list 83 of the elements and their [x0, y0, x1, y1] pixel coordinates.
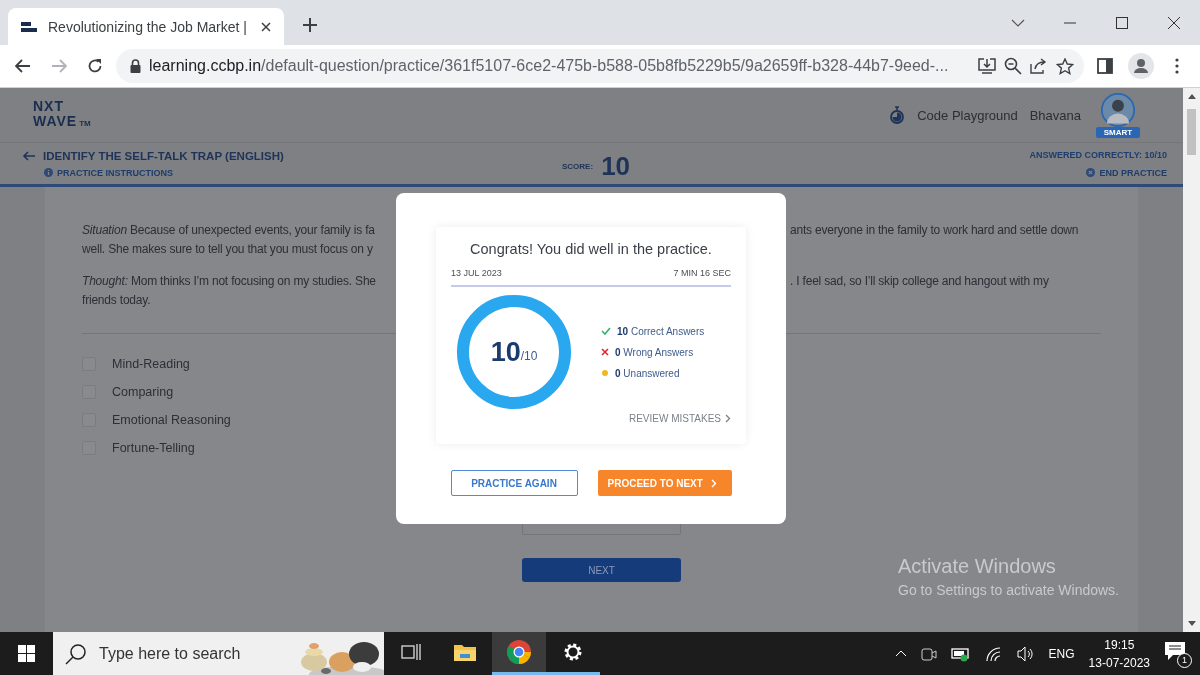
- scroll-down-icon[interactable]: [1187, 621, 1196, 626]
- question-text: friends today.: [82, 293, 152, 309]
- close-circle-icon: [1086, 168, 1096, 177]
- chevron-down-icon[interactable]: [1011, 18, 1025, 27]
- chevron-right-icon: [710, 478, 717, 488]
- code-playground-link[interactable]: Code Playground: [917, 107, 1018, 123]
- answered-correctly-text: ANSWERED CORRECTLY: 10/10: [1029, 149, 1167, 160]
- stat-text: 0 Unanswered: [615, 367, 680, 379]
- info-icon: [44, 168, 53, 177]
- practice-date: 13 JUL 2023: [451, 268, 502, 278]
- profile-icon[interactable]: [1128, 53, 1154, 79]
- practice-duration: 7 MIN 16 SEC: [673, 268, 731, 278]
- lock-icon: [130, 59, 141, 73]
- close-icon[interactable]: [260, 20, 272, 33]
- task-view-icon: [401, 643, 421, 661]
- option-label[interactable]: Fortune-Telling: [112, 441, 195, 455]
- user-name: Bhavana: [1029, 107, 1081, 123]
- option-label[interactable]: Emotional Reasoning: [112, 413, 231, 427]
- question-text: Situation Because of unexpected events, your family is fa: [82, 223, 376, 239]
- dot-icon: [601, 369, 609, 377]
- avatar-badge: SMART: [1096, 126, 1140, 138]
- logo[interactable]: NXT WAVE TM: [33, 99, 91, 131]
- dialog-title: Congrats! You did well in the practice.: [470, 241, 712, 257]
- score-value: 10: [601, 151, 631, 182]
- close-icon[interactable]: [1168, 16, 1180, 29]
- next-button[interactable]: NEXT: [522, 558, 681, 582]
- question-text: Thought: Mom thinks I’m not focusing on my studies. She: [82, 274, 377, 290]
- practice-instructions-link[interactable]: PRACTICE INSTRUCTIONS: [57, 167, 173, 178]
- cross-icon: [601, 348, 609, 356]
- practice-again-button[interactable]: PRACTICE AGAIN: [450, 470, 578, 496]
- question-text: well. She makes sure to tell you that you must focus on y: [82, 242, 374, 258]
- check-icon: [601, 327, 611, 335]
- scroll-up-icon[interactable]: [1187, 94, 1196, 99]
- stat-text: 0 Wrong Answers: [615, 346, 694, 358]
- chevron-right-icon: [725, 414, 731, 423]
- tab-title: Revolutionizing the Job Market |: [48, 18, 248, 35]
- wifi-icon[interactable]: [984, 645, 1003, 662]
- gear-icon: [562, 641, 584, 663]
- score-label: SCORE:: [562, 162, 594, 171]
- zoom-out-icon[interactable]: [1004, 57, 1022, 75]
- practice-title: IDENTIFY THE SELF-TALK TRAP (ENGLISH): [43, 149, 284, 162]
- back-arrow-icon[interactable]: [22, 150, 35, 161]
- avatar-icon[interactable]: [1101, 92, 1135, 127]
- score-number: 10: [490, 336, 521, 368]
- minimize-icon[interactable]: [1064, 21, 1076, 24]
- watermark-title: Activate Windows: [898, 555, 1057, 578]
- side-panel-icon[interactable]: [1097, 58, 1113, 74]
- menu-icon[interactable]: [1175, 58, 1179, 74]
- volume-icon[interactable]: [1016, 645, 1035, 662]
- notification-icon[interactable]: [1164, 639, 1186, 662]
- language-indicator[interactable]: ENG: [1048, 646, 1075, 661]
- star-icon[interactable]: [1056, 57, 1074, 75]
- folder-icon: [453, 642, 477, 662]
- browser-tab[interactable]: Revolutionizing the Job Market |: [8, 8, 284, 45]
- end-practice-link[interactable]: END PRACTICE: [1099, 167, 1167, 178]
- stat-text: 10 Correct Answers: [617, 325, 705, 337]
- maximize-icon[interactable]: [1116, 16, 1128, 29]
- stopwatch-icon[interactable]: [889, 106, 906, 124]
- score-total: /10: [520, 349, 538, 363]
- scrollbar[interactable]: [1183, 88, 1200, 632]
- chevron-up-icon[interactable]: [894, 650, 907, 657]
- clock[interactable]: 19:15 13-07-2023: [1088, 637, 1150, 670]
- browser-icon: [506, 639, 532, 665]
- reload-icon[interactable]: [87, 58, 103, 74]
- back-icon[interactable]: [15, 59, 31, 73]
- review-mistakes-link[interactable]: REVIEW MISTAKES: [628, 413, 731, 424]
- search-icon: [65, 642, 87, 665]
- proceed-button[interactable]: PROCEED TO NEXT: [597, 470, 732, 496]
- search-field[interactable]: Type here to search: [53, 632, 384, 675]
- windows-icon[interactable]: [18, 645, 35, 662]
- question-text: . I feel sad, so I’ll skip college and hangout with my: [790, 274, 1050, 290]
- option-label[interactable]: Comparing: [112, 385, 174, 399]
- camera-icon[interactable]: [920, 645, 937, 662]
- address-bar[interactable]: learning.ccbp.in/default-question/practice/361f5107-6ce2-475b-b588-05b8fb5229b5/9a2659ff-b328-44b7-9eed-...: [116, 49, 1084, 83]
- question-text: ants everyone in the family to work hard and settle down: [790, 223, 1080, 239]
- share-icon[interactable]: [1030, 58, 1048, 74]
- favicon-icon: [20, 20, 38, 33]
- option-label[interactable]: Mind-Reading: [112, 357, 190, 371]
- scroll-thumb[interactable]: [1187, 109, 1196, 155]
- install-icon[interactable]: [978, 58, 996, 74]
- battery-icon[interactable]: [950, 645, 971, 662]
- url-text: learning.ccbp.in/default-question/practice/361f5107-6ce2-475b-b588-05b8fb5229b5/9a2659ff-b328-44b7-9eed-...: [149, 57, 950, 75]
- watermark-text: Go to Settings to activate Windows.: [898, 582, 1119, 598]
